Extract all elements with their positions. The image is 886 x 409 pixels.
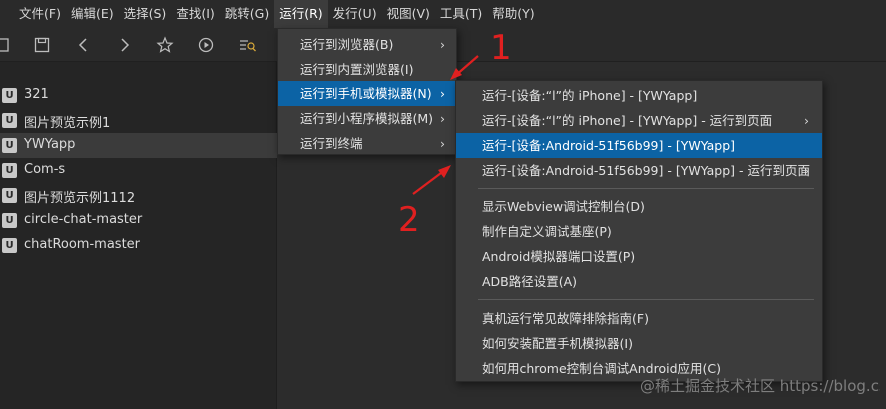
annotation-label-2: 2 xyxy=(398,200,420,240)
annotation-label-1: 1 xyxy=(490,28,512,68)
watermark: @稀土掘金技术社区 https://blog.csdn.net/lidaima xyxy=(640,377,880,395)
arrow-1-icon xyxy=(450,55,479,80)
annotation-arrows xyxy=(412,55,479,195)
arrow-2-icon xyxy=(412,165,451,195)
